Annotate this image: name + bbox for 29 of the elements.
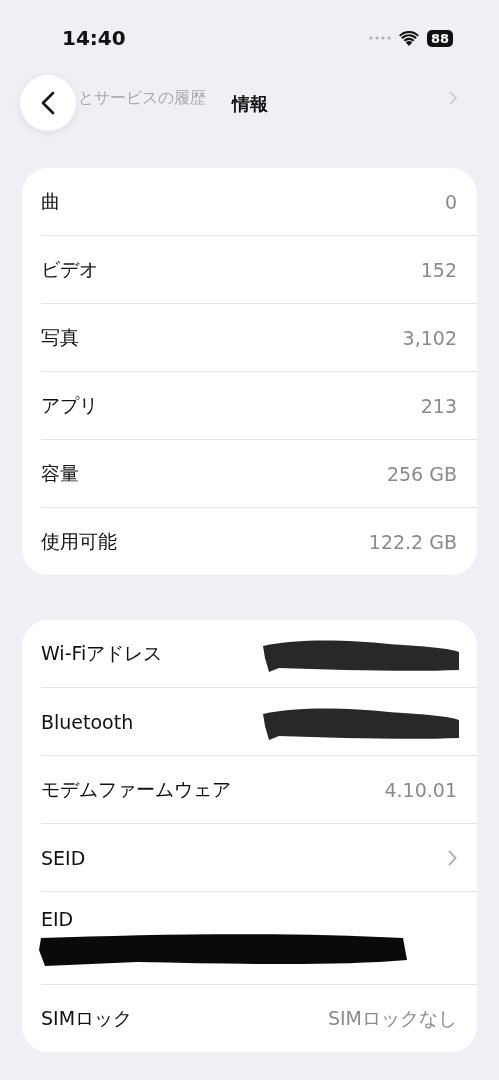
signal-icon [368, 36, 391, 40]
row-label: EID [41, 908, 74, 930]
row-label: 写真 [41, 324, 79, 350]
row-value: 256 GB [386, 462, 457, 485]
row-label: Bluetooth [41, 710, 134, 733]
row-label: アプリ [41, 392, 98, 418]
back-button[interactable] [20, 75, 76, 131]
row-value: 122.2 GB [368, 530, 457, 553]
page-title: 情報 [231, 91, 268, 116]
back-icon[interactable] [41, 91, 55, 115]
battery-indicator: 88 [426, 29, 453, 47]
chevron-icon [449, 91, 457, 105]
row-value: SIMロックなし [327, 1005, 457, 1031]
row-label: Wi-Fiアドレス [41, 640, 163, 666]
row-value: 152 [420, 258, 457, 281]
row-value: 0 [444, 190, 457, 213]
wifi-icon [398, 30, 419, 46]
scrolled-row-label: とサービスの履歴 [78, 87, 206, 109]
status-time: 14:40 [62, 26, 126, 50]
row-label: 使用可能 [41, 528, 117, 554]
row-label: 曲 [41, 188, 60, 214]
row-label: SEID [41, 846, 86, 869]
row-label: SIMロック [41, 1005, 133, 1031]
row-value: 213 [420, 394, 457, 417]
row-label: ビデオ [41, 256, 98, 282]
row-label: モデムファームウェア [41, 776, 231, 802]
row-value: 3,102 [402, 326, 457, 349]
row-label: 容量 [41, 460, 79, 486]
row-value: 4.10.01 [384, 778, 457, 801]
